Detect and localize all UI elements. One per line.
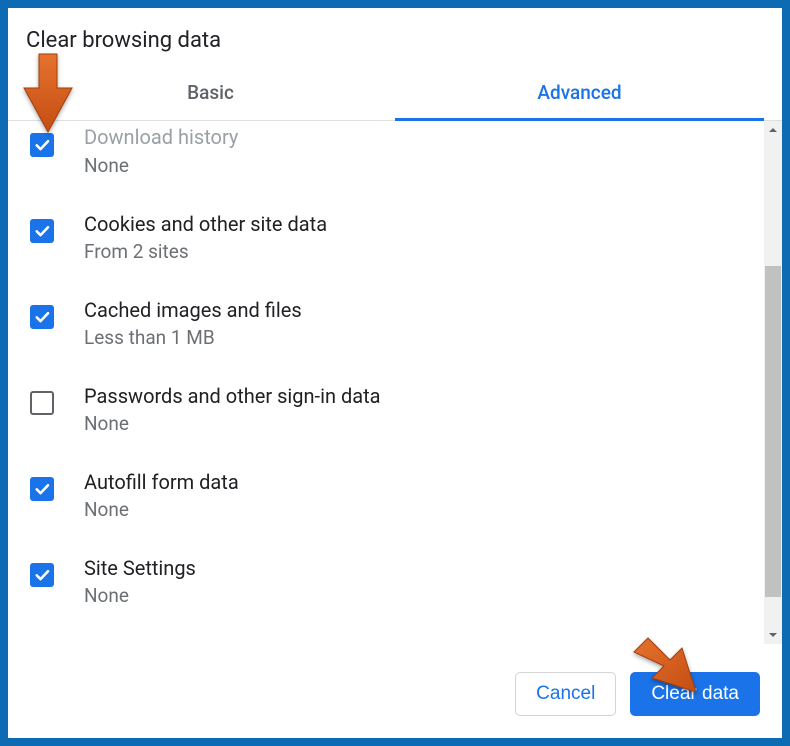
scroll-up-arrow-icon[interactable] [764,121,782,139]
option-hosted-app: Hosted app data 1 app (Web Store) [8,623,764,644]
option-sub: None [84,153,238,179]
checkbox-cached[interactable] [30,305,54,329]
options-list: Download history None Cookies and other … [8,121,764,644]
option-texts: Cached images and files Less than 1 MB [84,293,302,351]
checkbox-cookies[interactable] [30,219,54,243]
option-site-settings: Site Settings None [8,537,764,623]
check-icon [33,480,51,498]
option-texts: Hosted app data 1 app (Web Store) [84,637,236,644]
option-texts: Autofill form data None [84,465,239,523]
option-title: Download history [84,124,238,150]
option-sub: None [84,497,239,523]
option-title: Autofill form data [84,469,239,495]
check-icon [33,308,51,326]
option-title: Hosted app data [84,641,236,644]
option-download-history: Download history None [8,121,764,193]
option-sub: Less than 1 MB [84,325,302,351]
option-passwords: Passwords and other sign-in data None [8,365,764,451]
check-icon [33,566,51,584]
check-icon [33,222,51,240]
option-sub: From 2 sites [84,239,327,265]
option-title: Passwords and other sign-in data [84,383,381,409]
scroll-area: Download history None Cookies and other … [8,121,782,644]
option-texts: Site Settings None [84,551,196,609]
scroll-thumb[interactable] [765,266,781,597]
tab-advanced[interactable]: Advanced [395,67,764,120]
clear-browsing-data-dialog: Clear browsing data Basic Advanced Downl… [8,8,782,738]
option-sub: None [84,411,381,437]
tabs: Basic Advanced [8,67,782,121]
option-cached: Cached images and files Less than 1 MB [8,279,764,365]
option-autofill: Autofill form data None [8,451,764,537]
dialog-title: Clear browsing data [8,8,782,67]
scroll-down-arrow-icon[interactable] [764,626,782,644]
dialog-footer: Cancel Clear data [8,644,782,738]
vertical-scrollbar[interactable] [764,121,782,644]
option-title: Cached images and files [84,297,302,323]
checkbox-autofill[interactable] [30,477,54,501]
checkbox-download-history[interactable] [30,133,54,157]
option-cookies: Cookies and other site data From 2 sites [8,193,764,279]
checkbox-passwords[interactable] [30,391,54,415]
tab-basic[interactable]: Basic [26,67,395,120]
option-texts: Download history None [84,121,238,179]
option-texts: Passwords and other sign-in data None [84,379,381,437]
scroll-track[interactable] [764,139,782,626]
option-title: Site Settings [84,555,196,581]
cancel-button[interactable]: Cancel [515,672,616,716]
clear-data-button[interactable]: Clear data [630,672,760,716]
option-sub: None [84,583,196,609]
check-icon [33,136,51,154]
option-texts: Cookies and other site data From 2 sites [84,207,327,265]
checkbox-site-settings[interactable] [30,563,54,587]
option-title: Cookies and other site data [84,211,327,237]
